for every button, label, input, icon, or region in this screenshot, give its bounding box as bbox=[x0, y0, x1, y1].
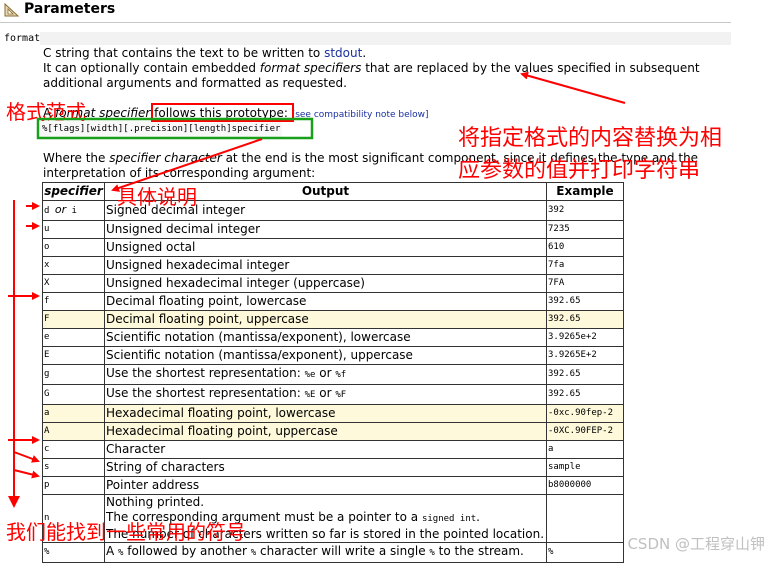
annotation-overlay bbox=[8, 71, 626, 508]
arrow-row bbox=[13, 451, 40, 463]
watermark: CSDN @工程穿山钾 bbox=[627, 535, 765, 553]
arrow-to-values bbox=[520, 71, 626, 104]
arrow-down bbox=[8, 496, 20, 508]
arrow-row bbox=[13, 469, 40, 479]
arrow-to-specifier bbox=[111, 138, 263, 192]
